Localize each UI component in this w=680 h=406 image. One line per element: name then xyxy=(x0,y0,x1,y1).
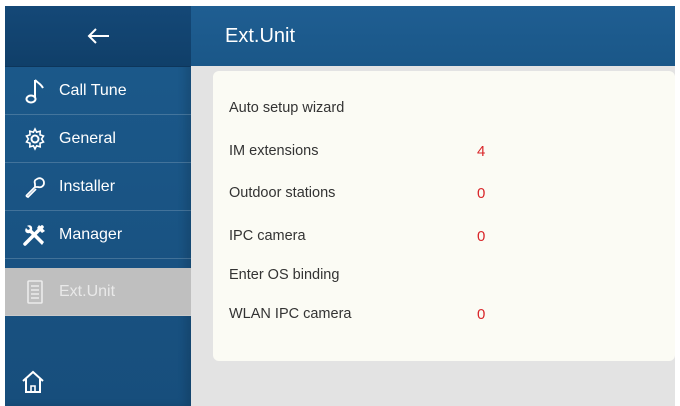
page-title: Ext.Unit xyxy=(225,25,296,47)
row-label: Enter OS binding xyxy=(229,267,340,283)
row-value: 4 xyxy=(477,142,486,160)
im-extensions-row[interactable]: IM extensions 4 xyxy=(229,140,485,162)
row-label: Auto setup wizard xyxy=(229,100,345,116)
auto-setup-wizard-row[interactable]: Auto setup wizard xyxy=(229,97,344,119)
sidebar-item-ext-unit[interactable]: Ext.Unit xyxy=(5,268,191,316)
settings-panel: Auto setup wizard IM extensions 4 Outdoo… xyxy=(213,71,675,361)
wlan-ipc-camera-row[interactable]: WLAN IPC camera 0 xyxy=(229,303,485,325)
sidebar-item-manager[interactable]: Manager xyxy=(5,211,191,259)
home-button[interactable] xyxy=(13,362,53,402)
music-note-icon xyxy=(21,77,49,105)
row-label: IPC camera xyxy=(229,228,306,244)
row-value: 0 xyxy=(477,227,486,245)
sidebar-item-general[interactable]: General xyxy=(5,115,191,163)
sidebar-item-label: General xyxy=(59,129,116,147)
back-button[interactable] xyxy=(5,6,191,67)
sidebar: Call Tune General Installer Manager Ext.… xyxy=(5,6,191,406)
tools-icon xyxy=(21,221,49,249)
home-icon xyxy=(22,370,44,393)
row-value: 0 xyxy=(477,305,486,323)
document-icon xyxy=(21,278,49,306)
gear-icon xyxy=(21,125,49,153)
sidebar-item-label: Call Tune xyxy=(59,81,127,99)
row-label: Outdoor stations xyxy=(229,185,336,201)
row-label: WLAN IPC camera xyxy=(229,306,352,322)
enter-os-binding-row[interactable]: Enter OS binding xyxy=(229,264,339,286)
sidebar-item-label: Ext.Unit xyxy=(59,282,116,300)
row-value: 0 xyxy=(477,184,486,202)
wrench-icon xyxy=(21,173,49,201)
app-window: Call Tune General Installer Manager Ext.… xyxy=(5,6,675,406)
row-label: IM extensions xyxy=(229,143,319,159)
sidebar-item-installer[interactable]: Installer xyxy=(5,163,191,211)
ipc-camera-row[interactable]: IPC camera 0 xyxy=(229,225,485,247)
sidebar-item-call-tune[interactable]: Call Tune xyxy=(5,67,191,115)
header-bar: Ext.Unit xyxy=(191,6,675,66)
outdoor-stations-row[interactable]: Outdoor stations 0 xyxy=(229,182,485,204)
sidebar-item-label: Manager xyxy=(59,225,123,243)
sidebar-item-label: Installer xyxy=(59,177,116,195)
back-arrow-icon xyxy=(87,28,109,44)
